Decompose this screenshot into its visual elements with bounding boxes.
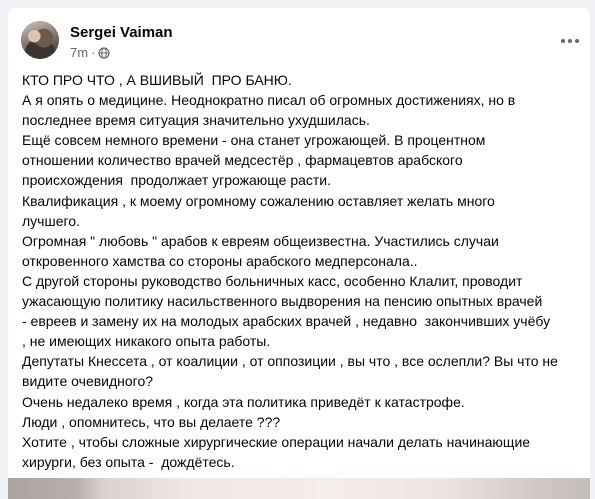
menu-dot	[575, 39, 579, 43]
post-line: видите очевидного?	[22, 373, 154, 390]
post-line: последнее время ситуация значительно уху…	[22, 112, 370, 129]
post-text: КТО ПРО ЧТО , А ВШИВЫЙ ПРО БАНЮ. А я опя…	[22, 70, 588, 472]
post-line: Люди , опомнитесь, что вы делаете ???	[22, 413, 281, 430]
post-image[interactable]	[8, 478, 590, 499]
post-line: происхождения продолжает угрожающе расти…	[22, 172, 332, 189]
post-line: С другой стороны руководство больничных …	[22, 272, 523, 289]
post-line: - евреев и замену их на молодых арабских…	[22, 313, 551, 330]
post-line: Хотите , чтобы сложные хирургические опе…	[22, 433, 531, 450]
author-name[interactable]: Sergei Vaiman	[70, 24, 173, 41]
post-line: отношении количество врачей медсестёр , …	[22, 152, 463, 169]
post-line: ужасающую политику насильственного выдво…	[22, 293, 543, 310]
globe-icon[interactable]	[98, 46, 111, 59]
post-line: Депутаты Кнессета , от коалиции , от опп…	[22, 353, 558, 370]
post-line: откровенного хамства со стороны арабског…	[22, 252, 418, 269]
post-meta: 7m ·	[70, 45, 111, 60]
author-avatar[interactable]	[21, 21, 59, 59]
post-card: Sergei Vaiman 7m · КТО ПРО ЧТО , А ВШИВЫ…	[8, 8, 590, 499]
post-time[interactable]: 7m	[70, 45, 88, 60]
post-line: Квалификация , к моему огромному сожален…	[22, 192, 495, 209]
post-line: Ещё совсем немного времени - она станет …	[22, 132, 486, 149]
more-horizontal-icon[interactable]	[556, 30, 584, 52]
menu-dot	[561, 39, 565, 43]
post-line: лучшего.	[22, 212, 80, 229]
post-line: КТО ПРО ЧТО , А ВШИВЫЙ ПРО БАНЮ.	[22, 72, 292, 88]
meta-separator: ·	[91, 45, 96, 60]
menu-dot	[568, 39, 572, 43]
post-line: , не имеющих никакого опыта работы.	[22, 333, 271, 350]
post-line: хирурги, без опыта - дождётесь.	[22, 453, 235, 470]
post-line: Очень недалеко время , когда эта политик…	[22, 393, 465, 410]
post-line: Огромная " любовь " арабов к евреям обще…	[22, 232, 499, 249]
post-line: А я опять о медицине. Неоднократно писал…	[22, 92, 516, 109]
